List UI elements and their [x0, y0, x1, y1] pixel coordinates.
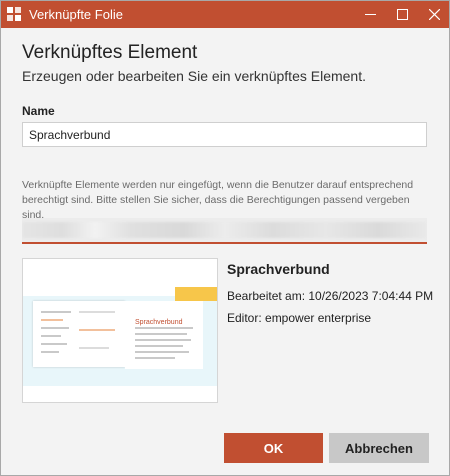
app-icon — [7, 7, 21, 21]
minimize-icon — [364, 9, 376, 20]
slide-thumbnail: Sprachverbund — [22, 258, 218, 403]
dialog-content: Verknüpftes Element Erzeugen oder bearbe… — [1, 29, 449, 475]
maximize-button[interactable] — [386, 1, 418, 28]
preview-title: Sprachverbund — [227, 261, 330, 277]
dialog-heading: Verknüpftes Element — [22, 42, 198, 63]
dialog-subheading: Erzeugen oder bearbeiten Sie ein verknüp… — [22, 68, 366, 84]
minimize-button[interactable] — [354, 1, 386, 28]
preview-editor: Editor: empower enterprise — [227, 311, 372, 325]
thumbnail-title: Sprachverbund — [135, 319, 183, 326]
thumbnail-diagram — [33, 301, 125, 367]
dialog-window: Verknüpfte Folie Verknüpftes Element Erz… — [0, 0, 450, 476]
preview-edited-date: Bearbeitet am: 10/26/2023 7:04:44 PM — [227, 289, 434, 303]
thumbnail-banner — [175, 287, 217, 301]
maximize-icon — [396, 9, 408, 20]
window-title: Verknüpfte Folie — [29, 7, 123, 22]
permissions-hint: Verknüpfte Elemente werden nur eingefügt… — [22, 179, 414, 221]
ok-button[interactable]: OK — [224, 433, 323, 463]
name-input[interactable] — [22, 122, 427, 147]
title-bar: Verknüpfte Folie — [1, 1, 449, 28]
link-field[interactable] — [22, 218, 427, 244]
close-icon — [428, 9, 440, 20]
thumbnail-text-block — [125, 301, 203, 369]
link-field-content — [22, 222, 427, 238]
cancel-button[interactable]: Abbrechen — [329, 433, 429, 463]
close-button[interactable] — [418, 1, 450, 28]
name-label: Name — [22, 104, 55, 118]
